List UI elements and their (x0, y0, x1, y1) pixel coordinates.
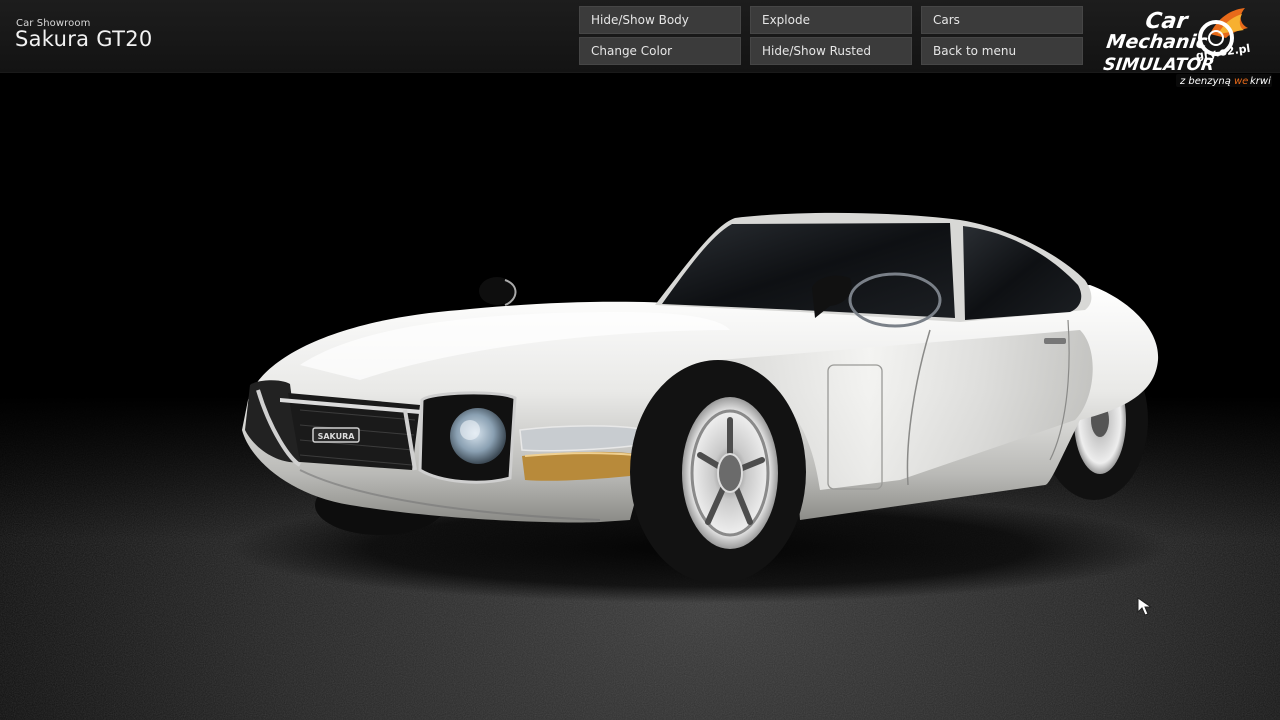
car-title: Sakura GT20 (15, 27, 153, 51)
mouse-cursor-icon (1137, 597, 1153, 616)
cars-button[interactable]: Cars (921, 6, 1083, 34)
hide-show-rusted-button[interactable]: Hide/Show Rusted (750, 37, 912, 65)
front-wheel (630, 360, 806, 584)
top-bar: Car Showroom Sakura GT20 Hide/Show Body … (0, 0, 1280, 73)
change-color-button[interactable]: Change Color (579, 37, 741, 65)
svg-text:krwi: krwi (1250, 76, 1271, 87)
svg-text:we: we (1234, 76, 1248, 87)
back-to-menu-button[interactable]: Back to menu (921, 37, 1083, 65)
hide-show-body-button[interactable]: Hide/Show Body (579, 6, 741, 34)
car-badge: SAKURA (318, 432, 356, 441)
car-model[interactable]: SAKURA (0, 0, 1280, 720)
svg-text:z benzyną: z benzyną (1179, 76, 1231, 87)
game-viewport[interactable]: SAKURA Car Showroom Sakura GT20 Hide/Sho… (0, 0, 1280, 720)
explode-button[interactable]: Explode (750, 6, 912, 34)
game-logo: Car Mechanic SIMULATOR gry.o2.pl z benzy… (1102, 8, 1272, 87)
svg-text:Mechanic: Mechanic (1105, 30, 1210, 53)
